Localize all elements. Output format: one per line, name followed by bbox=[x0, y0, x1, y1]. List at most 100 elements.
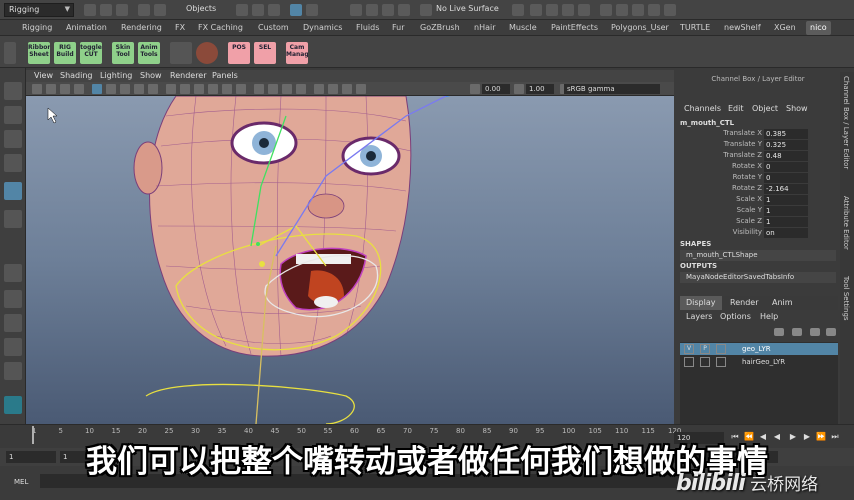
layer-move-up-icon[interactable] bbox=[810, 328, 820, 336]
anti-alias-icon[interactable] bbox=[282, 84, 292, 94]
move-tool-icon[interactable] bbox=[4, 154, 22, 172]
channel-value-field[interactable]: 0 bbox=[764, 173, 808, 183]
shelf-tab[interactable]: GoZBrush bbox=[420, 23, 460, 32]
select-component-icon[interactable] bbox=[268, 4, 280, 16]
channel-name[interactable]: Scale Z bbox=[736, 217, 762, 225]
wireframe-on-shaded-icon[interactable] bbox=[194, 84, 204, 94]
ipr-render-icon[interactable] bbox=[562, 4, 574, 16]
graph-layout-icon[interactable] bbox=[4, 362, 22, 380]
shelf-tab[interactable]: XGen bbox=[774, 23, 796, 32]
ssao-icon[interactable] bbox=[254, 84, 264, 94]
viewport-menu-show[interactable]: Show bbox=[140, 71, 162, 80]
layer-display-type-toggle[interactable] bbox=[716, 357, 726, 367]
shelf-button[interactable]: POS bbox=[228, 42, 250, 64]
new-layer-selected-icon[interactable] bbox=[792, 328, 802, 336]
shelf-tab[interactable]: Dynamics bbox=[303, 23, 342, 32]
channel-name[interactable]: Scale Y bbox=[737, 206, 762, 214]
shelf-tab[interactable]: FX Caching bbox=[198, 23, 243, 32]
shelf-tab[interactable]: newShelf bbox=[724, 23, 761, 32]
shelf-tab[interactable]: PaintEffects bbox=[551, 23, 598, 32]
channel-name[interactable]: Scale X bbox=[736, 195, 762, 203]
snap-view-icon[interactable] bbox=[398, 4, 410, 16]
layer-visibility-toggle[interactable] bbox=[684, 357, 694, 367]
side-tab-attribute-editor[interactable]: Attribute Editor bbox=[842, 196, 850, 250]
shelf-button[interactable]: Cam Manage bbox=[286, 42, 308, 64]
channel-name[interactable]: Rotate Z bbox=[732, 184, 762, 192]
layer-move-down-icon[interactable] bbox=[826, 328, 836, 336]
layer-row-geo[interactable]: V P geo_LYR bbox=[680, 343, 838, 355]
channel-value-field[interactable]: 1 bbox=[764, 217, 808, 227]
magnet-icon[interactable] bbox=[420, 4, 432, 16]
channel-row[interactable]: Translate Y 0.325 bbox=[678, 140, 836, 151]
gamma-field[interactable]: 1.00 bbox=[526, 84, 554, 94]
live-surface-label[interactable]: No Live Surface bbox=[436, 4, 499, 13]
exposure-icon[interactable] bbox=[470, 84, 480, 94]
channel-row[interactable]: Scale X1 bbox=[678, 195, 836, 206]
modeling-toolkit-icon[interactable] bbox=[600, 4, 612, 16]
layer-name[interactable]: geo_LYR bbox=[742, 343, 771, 355]
xray-joints-icon[interactable] bbox=[342, 84, 352, 94]
channel-name[interactable]: Rotate X bbox=[732, 162, 762, 170]
smooth-shade-icon[interactable] bbox=[180, 84, 190, 94]
shelf-tab[interactable]: TURTLE bbox=[680, 23, 710, 32]
channel-row[interactable]: Translate Z 0.48 bbox=[678, 151, 836, 162]
shelf-tab[interactable]: Fluids bbox=[356, 23, 379, 32]
layer-name[interactable]: hairGeo_LYR bbox=[742, 356, 785, 368]
tool-settings-icon[interactable] bbox=[648, 4, 660, 16]
shelf-button[interactable]: SEL bbox=[254, 42, 276, 64]
layer-playback-toggle[interactable]: P bbox=[700, 344, 710, 354]
camera-attributes-icon[interactable] bbox=[46, 84, 56, 94]
four-pane-layout-icon[interactable] bbox=[4, 290, 22, 308]
select-curve-icon[interactable] bbox=[306, 4, 318, 16]
shelf-tab[interactable]: Fur bbox=[392, 23, 405, 32]
layer-row-hairgeo[interactable]: hairGeo_LYR bbox=[680, 356, 838, 368]
camera-select-icon[interactable] bbox=[32, 84, 42, 94]
shelf-tab-active[interactable]: nico bbox=[806, 21, 831, 35]
layer-display-type-toggle[interactable] bbox=[716, 344, 726, 354]
paint-select-icon[interactable] bbox=[4, 130, 22, 148]
shelf-button[interactable]: Anim Tools bbox=[138, 42, 160, 64]
save-scene-icon[interactable] bbox=[116, 4, 128, 16]
resolution-gate-icon[interactable] bbox=[120, 84, 130, 94]
snap-grid-icon[interactable] bbox=[350, 4, 362, 16]
shelf-tab[interactable]: Custom bbox=[258, 23, 289, 32]
channel-value-field[interactable]: 0.385 bbox=[764, 129, 808, 139]
le-menu-help[interactable]: Help bbox=[760, 312, 778, 321]
channel-row[interactable]: Translate X 0.385 bbox=[678, 129, 836, 140]
shelf-tab[interactable]: Rendering bbox=[121, 23, 162, 32]
grid-icon[interactable] bbox=[92, 84, 102, 94]
channel-row[interactable]: Scale Z1 bbox=[678, 217, 836, 228]
new-scene-icon[interactable] bbox=[84, 4, 96, 16]
channel-value-field[interactable]: 0.48 bbox=[764, 151, 808, 161]
le-menu-layers[interactable]: Layers bbox=[686, 312, 712, 321]
image-plane-icon[interactable] bbox=[74, 84, 84, 94]
select-tool-icon[interactable] bbox=[4, 82, 22, 100]
side-tab-channel-box[interactable]: Channel Box / Layer Editor bbox=[842, 76, 850, 169]
shelf-tab[interactable]: Animation bbox=[66, 23, 107, 32]
channel-value-field[interactable]: 0.325 bbox=[764, 140, 808, 150]
xray-icon[interactable] bbox=[328, 84, 338, 94]
gate-mask-icon[interactable] bbox=[134, 84, 144, 94]
shelf-button[interactable] bbox=[196, 42, 218, 64]
lasso-tool-icon[interactable] bbox=[4, 106, 22, 124]
snap-curve-icon[interactable] bbox=[366, 4, 378, 16]
character-controls-icon[interactable] bbox=[616, 4, 628, 16]
motion-blur-icon[interactable] bbox=[268, 84, 278, 94]
viewport-menu-view[interactable]: View bbox=[34, 71, 53, 80]
shelf-button[interactable]: Skin Tool bbox=[112, 42, 134, 64]
channel-value-field[interactable]: -2.164 bbox=[764, 184, 808, 194]
attribute-editor-icon[interactable] bbox=[632, 4, 644, 16]
shelf-menu-icon[interactable] bbox=[4, 42, 16, 64]
shelf-tab[interactable]: FX bbox=[175, 23, 185, 32]
depth-of-field-icon[interactable] bbox=[296, 84, 306, 94]
viewport-menu-renderer[interactable]: Renderer bbox=[170, 71, 207, 80]
viewport-3d[interactable] bbox=[26, 96, 674, 424]
shelf-button[interactable]: Ribbon Sheet bbox=[28, 42, 50, 64]
side-tab-tool-settings[interactable]: Tool Settings bbox=[842, 276, 850, 321]
new-layer-icon[interactable] bbox=[774, 328, 784, 336]
cb-menu-show[interactable]: Show bbox=[786, 104, 808, 113]
channel-value-field[interactable]: 0 bbox=[764, 162, 808, 172]
channel-row[interactable]: Rotate Z -2.164 bbox=[678, 184, 836, 195]
shelf-button[interactable]: toggle CUT bbox=[80, 42, 102, 64]
channel-value-field[interactable]: 1 bbox=[764, 206, 808, 216]
